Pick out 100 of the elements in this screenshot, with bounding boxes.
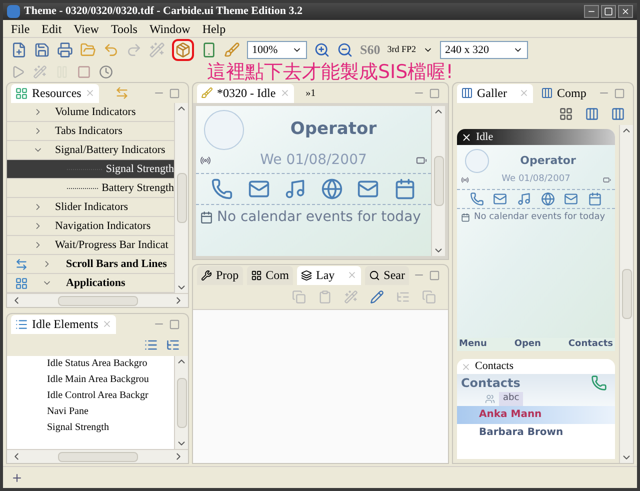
close-icon[interactable] bbox=[461, 132, 472, 142]
clock-icon[interactable] bbox=[99, 65, 113, 79]
search-icon[interactable] bbox=[368, 270, 380, 280]
resolution-dropdown[interactable]: 240 x 320 bbox=[440, 41, 528, 59]
app-shortcut-icon[interactable] bbox=[357, 178, 380, 200]
scrollbar[interactable] bbox=[174, 356, 188, 449]
clock-icon bbox=[204, 110, 244, 150]
new-view-icon[interactable] bbox=[11, 472, 23, 484]
scrollbar[interactable] bbox=[174, 103, 188, 293]
tab-overflow[interactable]: »1 bbox=[306, 86, 316, 100]
battery-icon bbox=[603, 176, 611, 184]
close-button[interactable] bbox=[618, 5, 633, 18]
panel-tab[interactable]: Com bbox=[246, 266, 294, 284]
menu-item[interactable]: File bbox=[11, 20, 30, 38]
softkey-label: Open bbox=[514, 338, 541, 350]
scroll-thumb[interactable] bbox=[58, 452, 138, 462]
scrollbar[interactable] bbox=[7, 293, 188, 307]
scroll-thumb[interactable] bbox=[622, 269, 632, 319]
new-file-icon[interactable] bbox=[11, 42, 27, 58]
app-shortcut-icon[interactable] bbox=[394, 178, 416, 200]
tree-item[interactable]: Signal Strength bbox=[7, 160, 174, 179]
gallery-card[interactable]: Contacts Contacts abc Anka Mann Barbara Brown bbox=[457, 359, 615, 459]
element-item[interactable]: Idle Control Area Backgr bbox=[31, 388, 174, 404]
menu-item[interactable]: Tools bbox=[110, 20, 138, 38]
scroll-thumb[interactable] bbox=[434, 156, 444, 206]
contact-row[interactable]: Barbara Brown bbox=[457, 424, 615, 442]
gallery-tab[interactable]: Comp bbox=[536, 84, 590, 102]
element-item[interactable]: Navi Pane bbox=[31, 404, 174, 420]
resources-icon[interactable] bbox=[15, 86, 28, 100]
save-icon[interactable] bbox=[34, 42, 50, 58]
view-tab[interactable]: abc bbox=[499, 392, 524, 406]
menu-item[interactable]: Window bbox=[149, 20, 190, 38]
grid-icon[interactable] bbox=[250, 270, 262, 280]
edit-icon[interactable] bbox=[370, 290, 384, 304]
stop-icon[interactable] bbox=[77, 65, 91, 79]
resources-tab[interactable]: Resources bbox=[11, 84, 100, 102]
card-title: Idle bbox=[476, 130, 494, 145]
minimize-button[interactable] bbox=[584, 5, 599, 18]
print-icon[interactable] bbox=[57, 42, 73, 58]
zoom-dropdown[interactable]: 100% bbox=[247, 41, 307, 59]
tree-item[interactable]: Volume Indicators bbox=[7, 103, 174, 122]
panel-tab[interactable]: Lay bbox=[297, 266, 361, 284]
scroll-thumb[interactable] bbox=[58, 296, 138, 306]
app-shortcut-icon[interactable] bbox=[320, 178, 343, 200]
play-icon[interactable] bbox=[11, 65, 25, 79]
phone-icon[interactable] bbox=[201, 42, 217, 58]
columns-icon[interactable] bbox=[540, 87, 553, 99]
editor-tab[interactable]: *0320 - Idle bbox=[197, 84, 294, 102]
zoom-in-icon[interactable] bbox=[314, 42, 330, 58]
app-shortcut-icon[interactable] bbox=[517, 192, 532, 206]
element-item[interactable]: Idle Main Area Backgrou bbox=[31, 372, 174, 388]
tree-view-icon[interactable] bbox=[166, 338, 180, 352]
app-shortcut-icon[interactable] bbox=[470, 192, 484, 206]
scrollbar[interactable] bbox=[431, 106, 445, 256]
maximize-button[interactable] bbox=[601, 5, 616, 18]
app-shortcut-icon[interactable] bbox=[540, 192, 555, 206]
zoom-out-icon[interactable] bbox=[337, 42, 353, 58]
menu-item[interactable]: View bbox=[74, 20, 99, 38]
brush-icon[interactable] bbox=[201, 87, 213, 99]
element-item[interactable]: Idle Status Area Backgro bbox=[31, 356, 174, 372]
app-shortcut-icon[interactable] bbox=[248, 178, 270, 200]
category-item[interactable]: Scroll Bars and Lines bbox=[7, 255, 174, 274]
app-logo-icon bbox=[7, 5, 20, 18]
group-icon bbox=[485, 394, 495, 404]
battery-icon bbox=[416, 155, 427, 166]
platform-label: S60 bbox=[360, 41, 380, 60]
scrollbar[interactable] bbox=[7, 449, 188, 463]
app-shortcut-icon[interactable] bbox=[493, 192, 508, 206]
gallery-tab[interactable]: Galler bbox=[457, 84, 533, 102]
layers-icon[interactable] bbox=[301, 270, 312, 280]
menu-item[interactable]: Help bbox=[202, 20, 226, 38]
contact-row[interactable]: Anka Mann bbox=[457, 406, 615, 424]
softkey-label: Menu bbox=[459, 338, 487, 350]
element-item[interactable]: Signal Strength bbox=[31, 420, 174, 436]
app-shortcut-icon[interactable] bbox=[588, 192, 602, 206]
panel-tab[interactable]: Sear bbox=[364, 266, 409, 284]
columns-icon[interactable] bbox=[461, 87, 473, 99]
idle-elements-tab[interactable]: Idle Elements bbox=[11, 314, 116, 334]
app-shortcut-icon[interactable] bbox=[211, 178, 234, 200]
wrench-icon[interactable] bbox=[201, 270, 212, 280]
app-shortcut-icon[interactable] bbox=[284, 178, 306, 200]
calendar-icon bbox=[200, 211, 213, 224]
signal-icon bbox=[461, 176, 469, 184]
phone-call-icon bbox=[591, 375, 607, 391]
panel-tab[interactable]: Prop bbox=[197, 266, 243, 284]
tree-item[interactable]: Battery Strength bbox=[7, 179, 174, 198]
scroll-thumb[interactable] bbox=[176, 378, 186, 428]
scroll-thumb[interactable] bbox=[176, 173, 186, 223]
brush-icon[interactable] bbox=[224, 42, 240, 58]
date-text: We 01/08/2007 bbox=[259, 151, 368, 170]
close-icon[interactable] bbox=[621, 7, 630, 16]
elements-icon[interactable] bbox=[15, 318, 28, 330]
card-title: Contacts bbox=[475, 359, 514, 374]
scrollbar[interactable] bbox=[619, 125, 633, 463]
softkey-label: Contacts bbox=[568, 338, 613, 350]
platform-version: 3rd FP2 bbox=[387, 43, 416, 56]
contacts-heading: Contacts bbox=[461, 375, 522, 392]
menu-item[interactable]: Edit bbox=[42, 20, 62, 38]
gallery-card[interactable]: Idle Operator We 01/08/2007 No calendar events for today Menu Open Contacts bbox=[457, 129, 615, 351]
app-shortcut-icon[interactable] bbox=[564, 192, 578, 206]
